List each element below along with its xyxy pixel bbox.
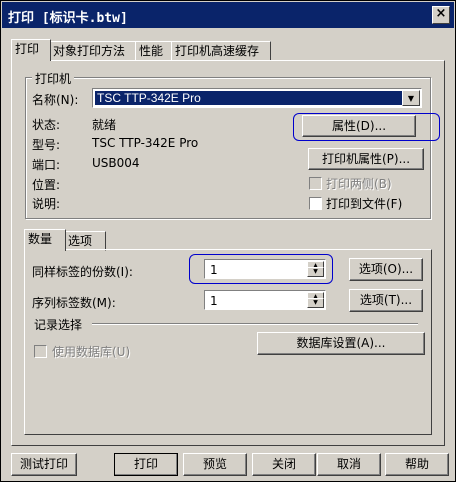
spin-down-icon[interactable]: ▼: [307, 298, 324, 308]
tab-object-print-method[interactable]: 对象打印方法: [49, 41, 137, 61]
highlight-annotation: [293, 113, 440, 141]
tab-print[interactable]: 打印: [11, 39, 51, 61]
database-settings-button[interactable]: 数据库设置(A)...: [257, 332, 425, 355]
printer-name-value: TSC TTP-342E Pro: [95, 91, 403, 105]
preview-button[interactable]: 预览: [183, 453, 247, 476]
title-bar[interactable]: 打印 [标识卡.btw] ×: [2, 2, 454, 28]
status-value: 就绪: [92, 118, 117, 132]
printer-properties-button[interactable]: 打印机属性(P)...: [308, 148, 424, 170]
tab-quantity[interactable]: 数量: [24, 229, 66, 251]
printer-group-label: 打印机: [32, 70, 75, 87]
highlight-annotation: [189, 254, 333, 284]
close-icon[interactable]: ×: [432, 6, 450, 24]
serial-label: 序列标签数(M):: [32, 296, 116, 310]
cancel-button[interactable]: 取消: [317, 453, 381, 476]
chevron-down-icon[interactable]: ▼: [402, 90, 420, 106]
port-value: USB004: [92, 156, 140, 170]
use-database-checkbox[interactable]: [34, 345, 47, 358]
location-label: 位置:: [32, 178, 61, 192]
print-button[interactable]: 打印: [114, 453, 178, 476]
duplex-label: 打印两侧(B): [326, 177, 392, 191]
copies-options-button[interactable]: 选项(O)...: [349, 258, 423, 281]
help-button[interactable]: 帮助: [385, 453, 449, 476]
use-database-label: 使用数据库(U): [52, 345, 131, 359]
printer-name-label: 名称(N):: [32, 93, 79, 107]
tab-performance[interactable]: 性能: [135, 41, 173, 61]
copies-label: 同样标签的份数(I):: [32, 265, 133, 279]
print-to-file-label: 打印到文件(F): [326, 197, 403, 211]
tab-options[interactable]: 选项: [64, 231, 106, 251]
print-dialog: 打印 [标识卡.btw] × 打印 对象打印方法 性能 打印机高速缓存 打印机 …: [0, 0, 456, 482]
status-label: 状态:: [32, 118, 61, 132]
divider: [92, 323, 418, 325]
record-selection-label: 记录选择: [34, 318, 83, 332]
printer-name-select[interactable]: TSC TTP-342E Pro ▼: [92, 88, 422, 108]
duplex-checkbox[interactable]: [309, 177, 322, 190]
model-label: 型号:: [32, 138, 61, 152]
test-print-button[interactable]: 测试打印: [11, 453, 77, 476]
tab-printer-cache[interactable]: 打印机高速缓存: [171, 41, 271, 61]
model-value: TSC TTP-342E Pro: [92, 136, 199, 150]
serial-value: 1: [210, 294, 218, 308]
print-to-file-checkbox[interactable]: [309, 197, 322, 210]
comment-label: 说明:: [32, 197, 61, 211]
serial-stepper[interactable]: 1 ▲ ▼: [204, 290, 326, 310]
close-button[interactable]: 关闭: [252, 453, 316, 476]
window-title: 打印 [标识卡.btw]: [8, 11, 128, 26]
port-label: 端口:: [32, 158, 61, 172]
print-tab-panel: 打印机 名称(N): TSC TTP-342E Pro ▼ 状态: 就绪 属性(…: [11, 60, 445, 446]
serial-options-button[interactable]: 选项(T)...: [349, 289, 423, 312]
